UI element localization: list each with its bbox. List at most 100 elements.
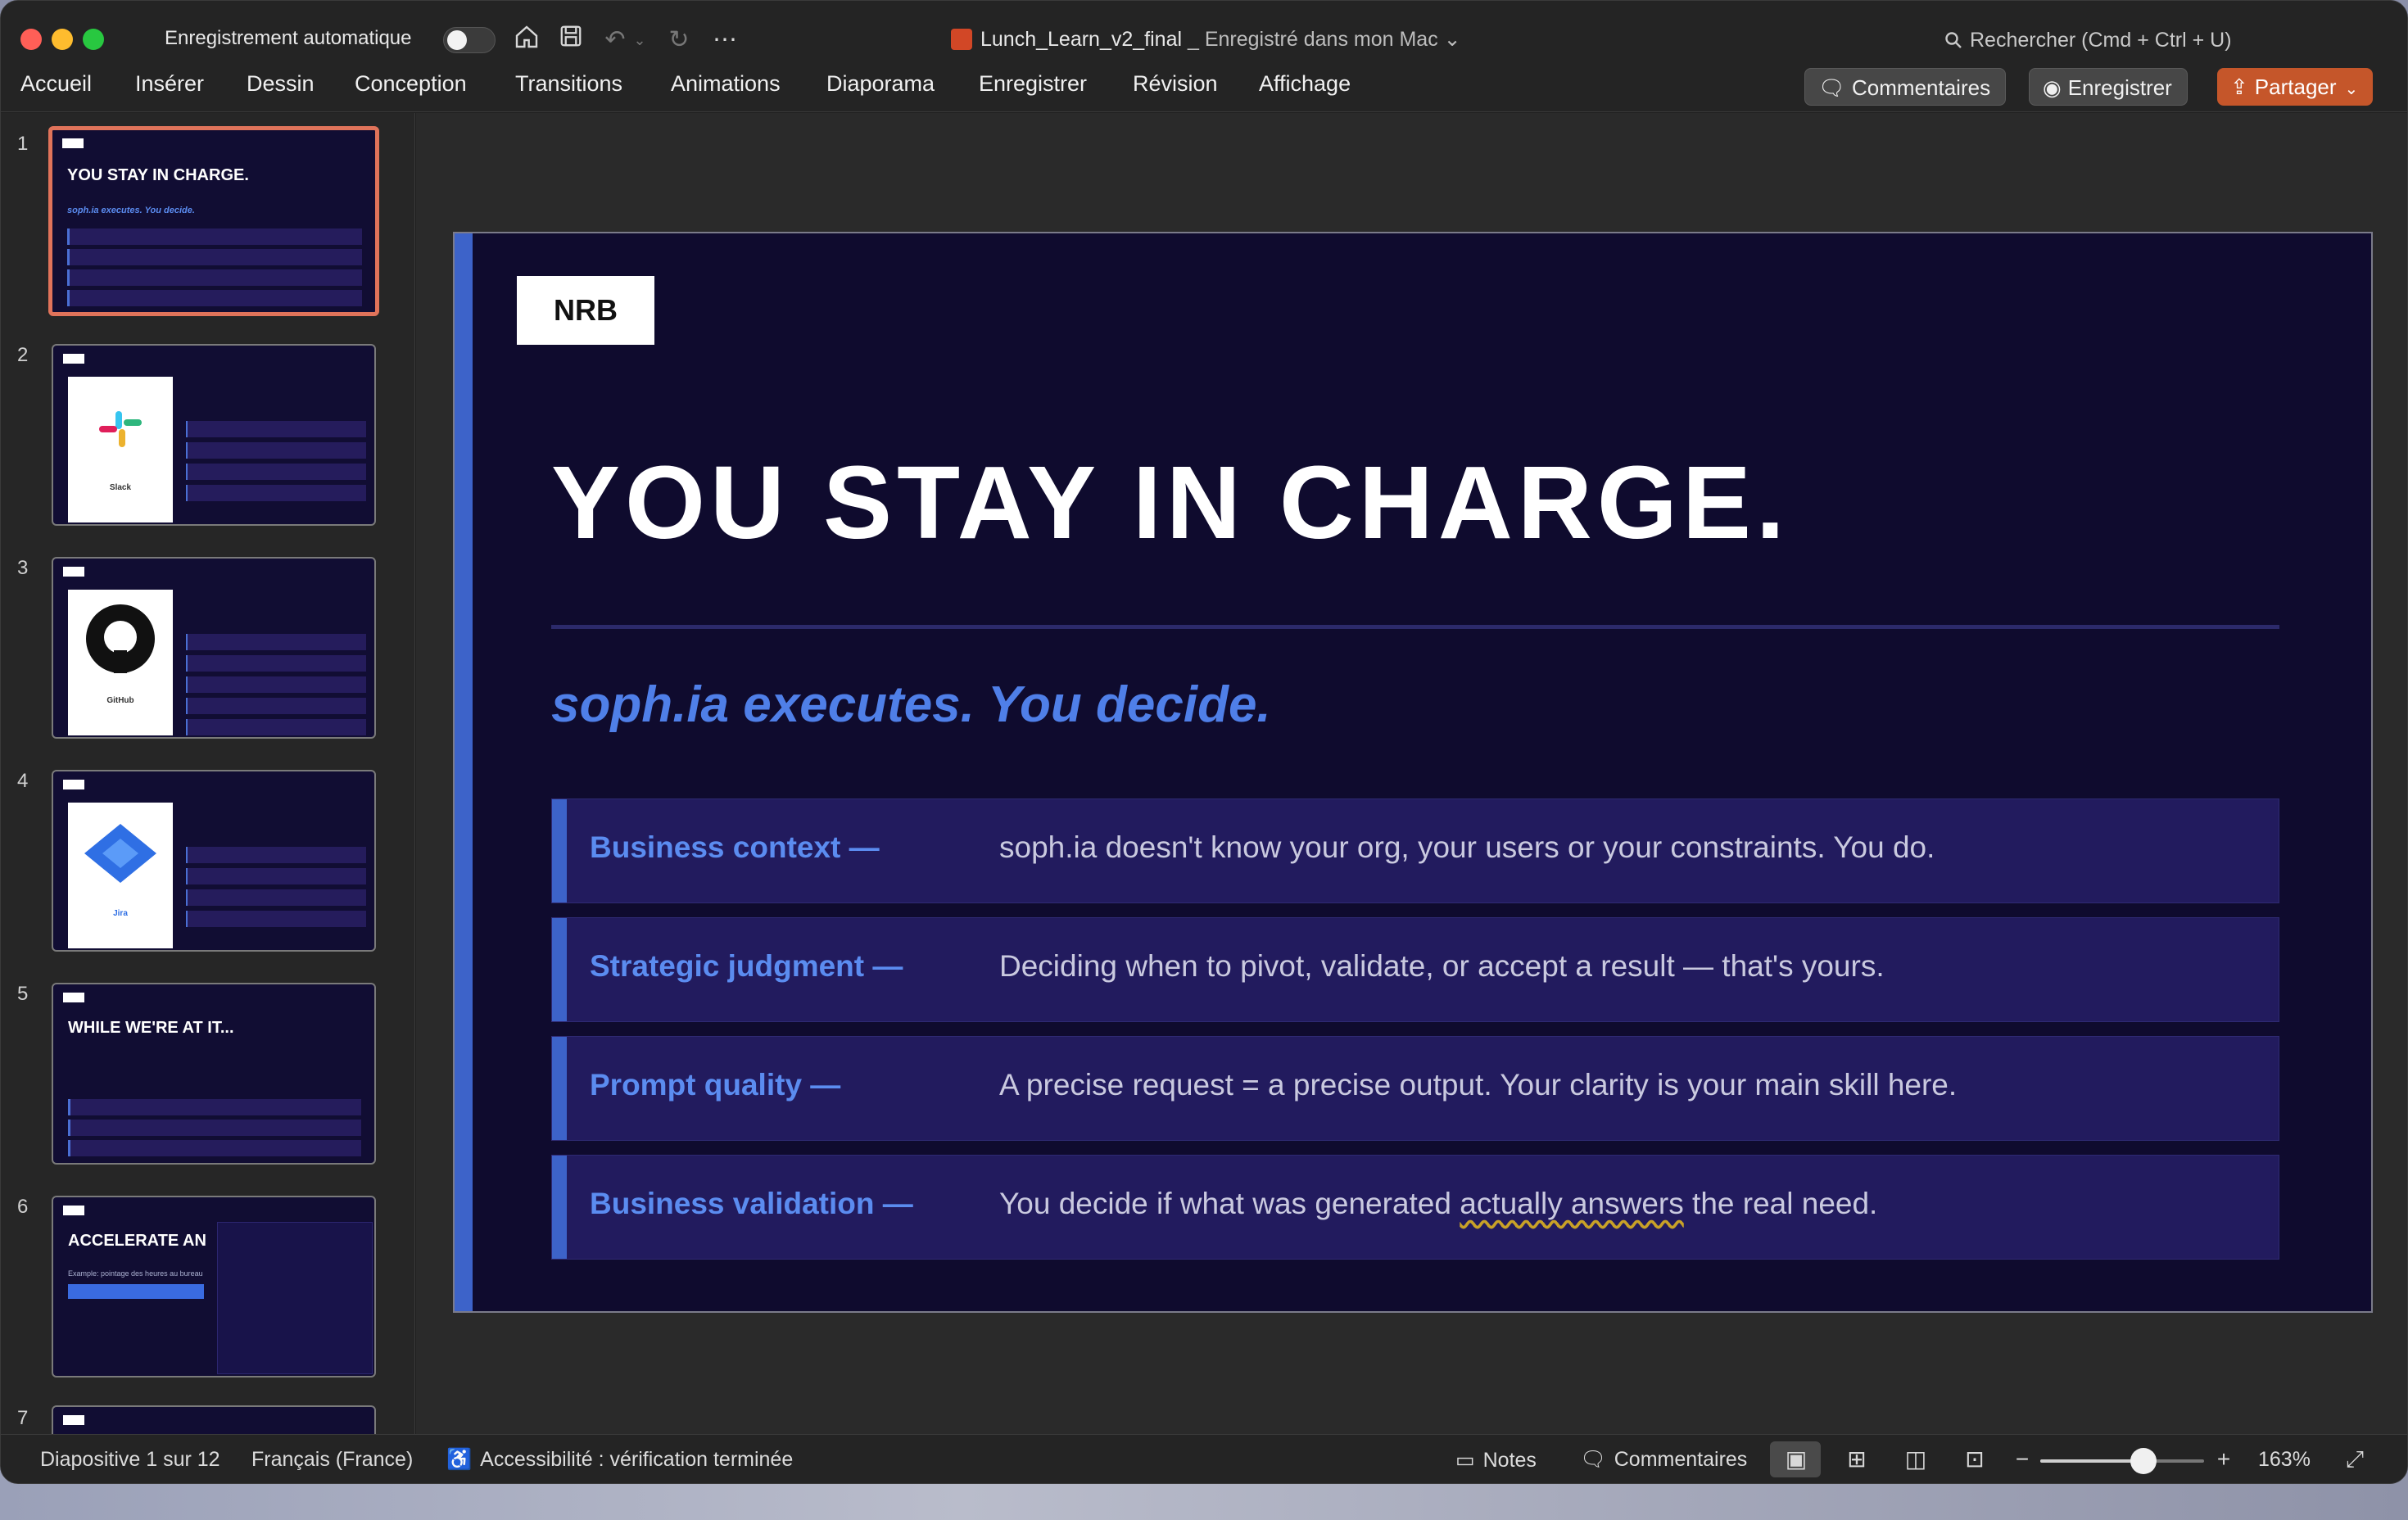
thumb-logo xyxy=(62,138,84,148)
zoom-out-icon[interactable]: − xyxy=(2007,1445,2037,1474)
redo-icon[interactable]: ↻ xyxy=(663,24,695,57)
notes-button[interactable]: ▭ Notes xyxy=(1455,1448,1537,1472)
slide-thumbnail-4[interactable]: Jira xyxy=(52,770,376,952)
zoom-in-icon[interactable]: + xyxy=(2209,1445,2238,1474)
record-button[interactable]: ◉ Enregistrer xyxy=(2029,68,2188,106)
slide-thumbnail-6[interactable]: ACCELERATE AN Example: pointage des heur… xyxy=(52,1196,376,1378)
status-comments-button[interactable]: 🗨 Commentaires xyxy=(1580,1448,1747,1472)
thumb-row xyxy=(186,676,366,693)
thumb-row xyxy=(186,847,366,863)
status-bar: Diapositive 1 sur 12 Français (France) ♿… xyxy=(1,1434,2407,1483)
undo-icon[interactable]: ↶ xyxy=(599,24,631,57)
row-value-text: You decide if what was generated xyxy=(999,1187,1460,1220)
share-button-label: Partager xyxy=(2254,75,2337,99)
zoom-window-button[interactable] xyxy=(83,29,104,50)
slide-row[interactable]: Business validation — You decide if what… xyxy=(551,1155,2279,1260)
slide-thumbnails-pane[interactable]: 1 YOU STAY IN CHARGE. soph.ia executes. … xyxy=(1,113,415,1434)
thumb-logo xyxy=(63,1415,84,1425)
accessibility-status[interactable]: ♿ Accessibilité : vérification terminée xyxy=(446,1448,793,1472)
row-accent xyxy=(552,1037,567,1140)
document-title[interactable]: Lunch_Learn_v2_final _ Enregistré dans m… xyxy=(951,27,1461,52)
row-value: soph.ia doesn't know your org, your user… xyxy=(999,830,1935,864)
reading-view-icon[interactable]: ◫ xyxy=(1901,1445,1930,1474)
search-field[interactable]: Rechercher (Cmd + Ctrl + U) xyxy=(1944,29,2232,52)
zoom-level[interactable]: 163% xyxy=(2258,1448,2311,1472)
slide-thumbnail-3[interactable]: GitHub xyxy=(52,557,376,739)
tab-revision[interactable]: Révision xyxy=(1133,71,1218,97)
row-value: Deciding when to pivot, validate, or acc… xyxy=(999,949,1885,983)
thumb-logo xyxy=(63,780,84,789)
thumb-row xyxy=(186,464,366,480)
thumb-row xyxy=(186,421,366,437)
row-value-text: the real need. xyxy=(1683,1187,1878,1220)
toggle-knob xyxy=(447,30,467,50)
slide-row[interactable]: Strategic judgment — Deciding when to pi… xyxy=(551,917,2279,1022)
zoom-slider-fill xyxy=(2040,1459,2143,1463)
minimize-window-button[interactable] xyxy=(52,29,73,50)
slide-row[interactable]: Business context — soph.ia doesn't know … xyxy=(551,798,2279,903)
tab-conception[interactable]: Conception xyxy=(355,71,467,97)
current-slide[interactable]: NRB YOU STAY IN CHARGE. soph.ia executes… xyxy=(453,232,2373,1313)
save-icon[interactable] xyxy=(554,24,587,57)
slide-thumbnail-7[interactable] xyxy=(52,1405,376,1434)
accessibility-label: Accessibilité : vérification terminée xyxy=(480,1448,794,1471)
fit-to-window-icon[interactable]: ⤢ xyxy=(2340,1445,2370,1474)
normal-view-icon[interactable]: ▣ xyxy=(1781,1445,1811,1474)
tab-diaporama[interactable]: Diaporama xyxy=(826,71,935,97)
language-indicator[interactable]: Français (France) xyxy=(251,1448,413,1472)
share-button[interactable]: ⇪ Partager ⌄ xyxy=(2217,68,2374,106)
thumb-row xyxy=(186,442,366,459)
tab-enregistrer[interactable]: Enregistrer xyxy=(979,71,1087,97)
ribbon-tabs: Accueil Insérer Dessin Conception Transi… xyxy=(1,63,2407,112)
thumb-logo xyxy=(63,1206,84,1215)
thumb-logo xyxy=(63,354,84,364)
thumb-image-box xyxy=(68,803,173,948)
tab-affichage[interactable]: Affichage xyxy=(1259,71,1351,97)
slide-subtitle[interactable]: soph.ia executes. You decide. xyxy=(551,676,1271,734)
row-key: Business context — xyxy=(590,830,880,864)
undo-dropdown-icon[interactable]: ⌄ xyxy=(630,24,650,57)
thumb-box-label: Slack xyxy=(109,483,132,492)
comments-button[interactable]: 🗨 Commentaires xyxy=(1804,68,2007,106)
row-accent xyxy=(552,799,567,902)
slide-thumbnail-1[interactable]: YOU STAY IN CHARGE. soph.ia executes. Yo… xyxy=(48,126,379,316)
tab-inserer[interactable]: Insérer xyxy=(135,71,204,97)
chevron-down-icon: ⌄ xyxy=(1437,28,1461,51)
slideshow-icon[interactable]: ⊡ xyxy=(1960,1445,1989,1474)
tab-animations[interactable]: Animations xyxy=(671,71,781,97)
zoom-slider-handle[interactable] xyxy=(2130,1448,2157,1474)
tab-accueil[interactable]: Accueil xyxy=(20,71,92,97)
tab-transitions[interactable]: Transitions xyxy=(515,71,622,97)
row-key: Prompt quality — xyxy=(590,1068,841,1102)
slide-logo[interactable]: NRB xyxy=(517,276,654,345)
thumb-title: WHILE WE'RE AT IT... xyxy=(68,1019,234,1037)
thumb-image-box xyxy=(68,590,173,735)
row-value: You decide if what was generated actuall… xyxy=(999,1187,1877,1221)
more-options-icon[interactable]: ⋯ xyxy=(708,24,741,57)
thumb-row xyxy=(186,655,366,672)
doc-name: Lunch_Learn_v2_final xyxy=(980,28,1183,51)
notes-label: Notes xyxy=(1482,1449,1537,1472)
share-icon: ⇪ xyxy=(2230,75,2248,99)
thumb-row xyxy=(186,485,366,501)
close-window-button[interactable] xyxy=(20,29,42,50)
slide-thumbnail-5[interactable]: WHILE WE'RE AT IT... xyxy=(52,983,376,1165)
slide-thumbnail-2[interactable]: Slack xyxy=(52,344,376,526)
autosave-toggle[interactable] xyxy=(443,27,496,53)
slide-row[interactable]: Prompt quality — A precise request = a p… xyxy=(551,1036,2279,1141)
doc-status: _ Enregistré dans mon Mac xyxy=(1182,28,1438,51)
thumb-subtitle: soph.ia executes. You decide. xyxy=(67,206,195,215)
tab-dessin[interactable]: Dessin xyxy=(247,71,315,97)
home-icon[interactable] xyxy=(510,24,543,57)
github-logo-icon xyxy=(86,604,155,673)
slide-position[interactable]: Diapositive 1 sur 12 xyxy=(40,1448,220,1472)
thumb-row xyxy=(186,868,366,884)
thumb-logo xyxy=(63,993,84,1002)
thumb-subtitle: Example: pointage des heures au bureau xyxy=(68,1269,203,1278)
slide-sorter-icon[interactable]: ⊞ xyxy=(1842,1445,1872,1474)
comment-icon: 🗨 xyxy=(1580,1448,1606,1471)
slide-title[interactable]: YOU STAY IN CHARGE. xyxy=(551,443,1790,562)
spelling-flagged-text: actually answers xyxy=(1460,1187,1684,1220)
slide-accent-bar xyxy=(455,233,473,1311)
zoom-slider[interactable] xyxy=(2040,1448,2204,1474)
